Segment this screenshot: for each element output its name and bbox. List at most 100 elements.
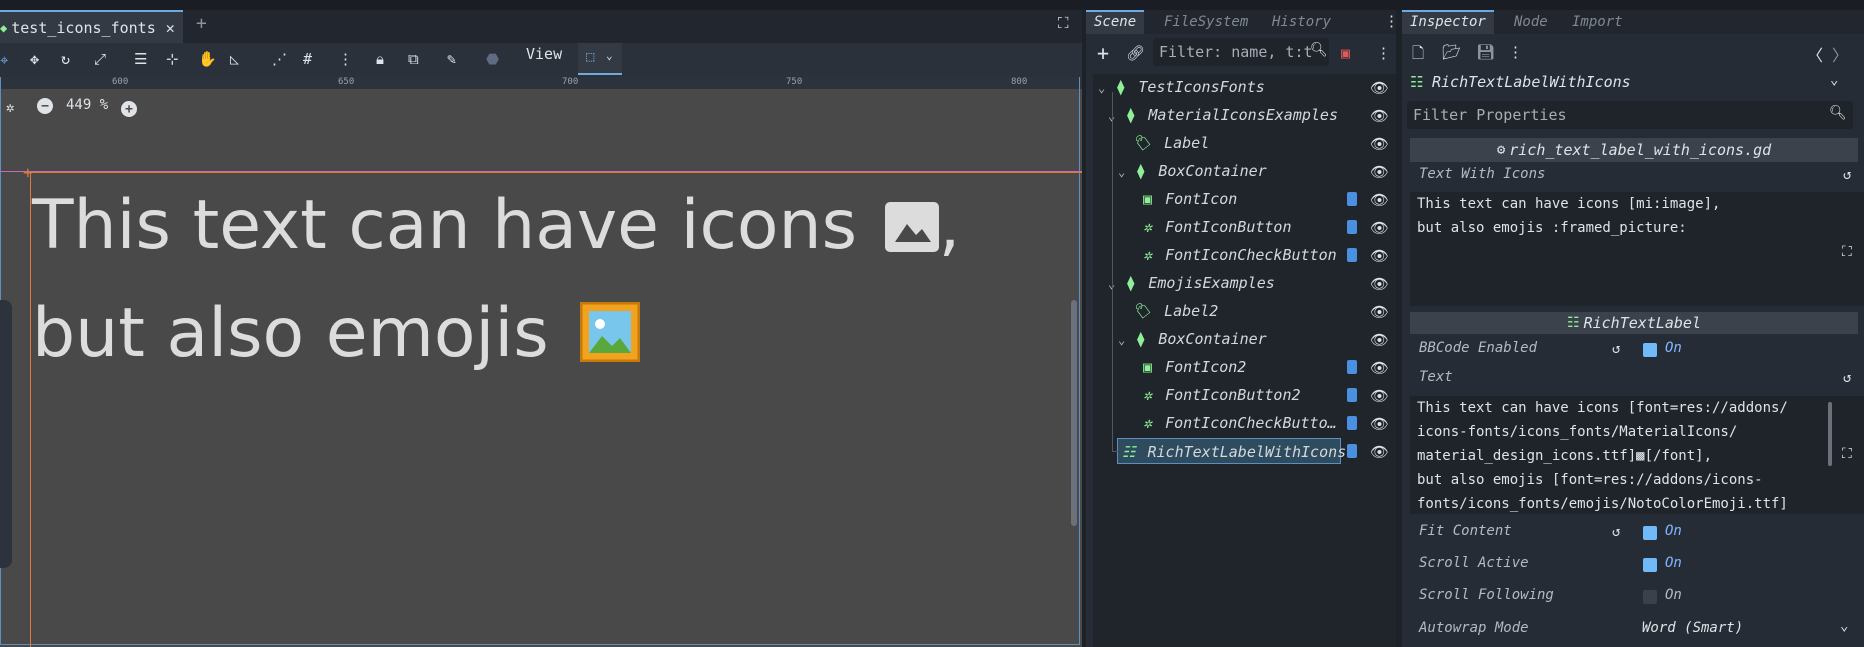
- history-back-icon[interactable]: 〈: [1807, 42, 1823, 66]
- visibility-eye-icon[interactable]: 👁︎: [1370, 303, 1389, 321]
- visibility-eye-icon[interactable]: 👁︎: [1370, 359, 1389, 377]
- tree-row[interactable]: ⌄ ⧫ TestIconsFonts: [1098, 74, 1265, 101]
- save-resource-icon[interactable]: 💾︎: [1476, 43, 1495, 61]
- tree-row[interactable]: 🏷︎ Label2: [1132, 298, 1218, 325]
- center-view-icon[interactable]: ✲: [6, 100, 14, 116]
- visibility-eye-icon[interactable]: 👁︎: [1370, 135, 1389, 153]
- tree-row[interactable]: 🏷︎ Label: [1132, 130, 1209, 157]
- revert-icon[interactable]: ↺: [1612, 524, 1620, 540]
- collapse-arrow-icon[interactable]: ⌄: [1118, 333, 1125, 347]
- visibility-eye-icon[interactable]: 👁︎: [1370, 415, 1389, 433]
- zoom-in-icon[interactable]: +: [121, 101, 137, 117]
- expand-editor-icon[interactable]: ⛶: [1842, 244, 1852, 260]
- scene-menu-icon[interactable]: ⋮: [1376, 44, 1391, 62]
- script-attached-icon[interactable]: [1347, 388, 1357, 402]
- bbcode-checkbox[interactable]: [1643, 343, 1657, 357]
- add-tab-icon[interactable]: +: [196, 13, 207, 34]
- rotate-mode-icon[interactable]: ↻: [61, 50, 70, 68]
- anchor-preset-button[interactable]: ⬚ ⌄: [578, 43, 622, 75]
- tree-row[interactable]: ⌄ ⧫ BoxContainer: [1118, 158, 1267, 185]
- distraction-free-icon[interactable]: ⛶: [1058, 14, 1069, 32]
- tree-row[interactable]: ⌄ ⧫ BoxContainer: [1118, 326, 1267, 353]
- bones-icon[interactable]: ✎: [447, 50, 456, 68]
- script-attached-icon[interactable]: [1347, 444, 1357, 458]
- tree-row[interactable]: ▣ FontIcon2: [1143, 354, 1246, 381]
- scroll-following-checkbox[interactable]: [1643, 590, 1657, 604]
- script-attached-icon[interactable]: [1347, 360, 1357, 374]
- tree-row[interactable]: ✲ FontIconCheckButto…: [1143, 410, 1337, 437]
- revert-icon[interactable]: ↺: [1612, 341, 1620, 357]
- autowrap-select[interactable]: Word (Smart) ⌄: [1640, 616, 1862, 642]
- close-tab-icon[interactable]: ✕: [166, 19, 175, 37]
- zoom-level[interactable]: 449 %: [66, 97, 108, 113]
- lock-icon[interactable]: 🔒︎: [376, 50, 384, 68]
- new-resource-icon[interactable]: 🗋: [1412, 43, 1424, 68]
- tree-row[interactable]: ✲ FontIconCheckButton: [1143, 242, 1337, 269]
- tree-row[interactable]: ⌄ ⧫ MaterialIconsExamples: [1108, 102, 1338, 129]
- pan-mode-icon[interactable]: ✋: [198, 50, 217, 68]
- tab-filesystem[interactable]: FileSystem: [1164, 10, 1248, 34]
- visibility-eye-icon[interactable]: 👁︎: [1370, 219, 1389, 237]
- revert-icon[interactable]: ↺: [1843, 167, 1851, 183]
- tab-import[interactable]: Import: [1572, 10, 1623, 34]
- revert-icon[interactable]: ↺: [1843, 370, 1851, 386]
- visibility-eye-icon[interactable]: 👁︎: [1370, 247, 1389, 265]
- script-attached-icon[interactable]: [1347, 192, 1357, 206]
- visibility-eye-icon[interactable]: 👁︎: [1370, 331, 1389, 349]
- ruler-mode-icon[interactable]: ◺: [230, 50, 239, 68]
- script-attached-icon[interactable]: [1347, 248, 1357, 262]
- resource-menu-icon[interactable]: ⋮: [1508, 43, 1523, 61]
- tab-node[interactable]: Node: [1514, 10, 1548, 34]
- dock-menu-icon[interactable]: ⋮: [1384, 12, 1399, 30]
- scene-tab[interactable]: ◆ test_icons_fonts ✕: [0, 10, 183, 43]
- visibility-eye-icon[interactable]: 👁︎: [1370, 79, 1389, 97]
- collapse-arrow-icon[interactable]: ⌄: [1118, 165, 1125, 179]
- tree-row[interactable]: ▣ FontIcon: [1143, 186, 1237, 213]
- visibility-eye-icon[interactable]: 👁︎: [1370, 107, 1389, 125]
- move-mode-icon[interactable]: ✥: [30, 50, 39, 68]
- pivot-mode-icon[interactable]: ⊹: [166, 50, 179, 68]
- canvas-vertical-scrollbar[interactable]: [1071, 300, 1077, 526]
- tree-row-selected[interactable]: ☷ RichTextLabelWithIcons: [1117, 438, 1346, 464]
- script-section-header[interactable]: ⚙ rich_text_label_with_icons.gd: [1410, 138, 1858, 162]
- view-menu-button[interactable]: View: [526, 45, 562, 63]
- visibility-eye-icon[interactable]: 👁︎: [1370, 387, 1389, 405]
- scroll-active-checkbox[interactable]: [1643, 558, 1657, 572]
- tree-row[interactable]: ✲ FontIconButton2: [1143, 382, 1301, 409]
- script-attached-icon[interactable]: [1347, 416, 1357, 430]
- open-resource-icon[interactable]: 📂︎: [1442, 43, 1461, 61]
- grid-snap-icon[interactable]: #: [303, 50, 312, 68]
- visibility-eye-icon[interactable]: 👁︎: [1370, 275, 1389, 293]
- tab-scene[interactable]: Scene: [1086, 10, 1145, 34]
- text-field[interactable]: This text can have icons [font=res://add…: [1410, 396, 1864, 514]
- tree-row[interactable]: ⌄ ⧫ EmojisExamples: [1108, 270, 1275, 297]
- add-node-icon[interactable]: +: [1097, 41, 1109, 65]
- tree-row[interactable]: ✲ FontIconButton: [1143, 214, 1292, 241]
- object-selector[interactable]: ☷ RichTextLabelWithIcons ⌄: [1406, 70, 1850, 96]
- snap-options-icon[interactable]: ⋮: [338, 50, 353, 68]
- history-forward-icon[interactable]: 〉: [1832, 42, 1848, 66]
- tab-inspector[interactable]: Inspector: [1402, 10, 1494, 34]
- list-select-icon[interactable]: ☰: [134, 50, 147, 68]
- group-icon[interactable]: ⧉: [408, 50, 419, 68]
- collapse-arrow-icon[interactable]: ⌄: [1098, 81, 1105, 95]
- visibility-eye-icon[interactable]: 👁︎: [1370, 191, 1389, 209]
- scene-filter-input[interactable]: Filter: name, t:t 🔍︎: [1153, 38, 1329, 66]
- attach-script-icon[interactable]: ▣: [1341, 44, 1350, 62]
- expand-editor-icon[interactable]: ⛶: [1842, 446, 1852, 462]
- text-scrollbar[interactable]: [1828, 402, 1832, 466]
- filter-properties-input[interactable]: Filter Properties 🔍︎: [1407, 101, 1853, 129]
- select-mode-icon[interactable]: ⌖: [0, 51, 8, 69]
- smart-snap-icon[interactable]: ⋰: [272, 50, 287, 68]
- script-attached-icon[interactable]: [1347, 220, 1357, 234]
- tab-history[interactable]: History: [1272, 10, 1331, 34]
- fit-content-checkbox[interactable]: [1643, 526, 1657, 540]
- scale-mode-icon[interactable]: ⤢: [94, 50, 106, 68]
- visibility-eye-icon[interactable]: 👁︎: [1370, 443, 1389, 461]
- zoom-out-icon[interactable]: −: [37, 98, 53, 114]
- text-with-icons-field[interactable]: This text can have icons [mi:image], but…: [1410, 192, 1864, 306]
- visibility-eye-icon[interactable]: 👁︎: [1370, 163, 1389, 181]
- override-camera-icon[interactable]: ⬣: [486, 50, 499, 68]
- class-section-header[interactable]: ☷ RichTextLabel: [1410, 312, 1858, 334]
- instance-scene-icon[interactable]: 🔗︎: [1126, 44, 1145, 62]
